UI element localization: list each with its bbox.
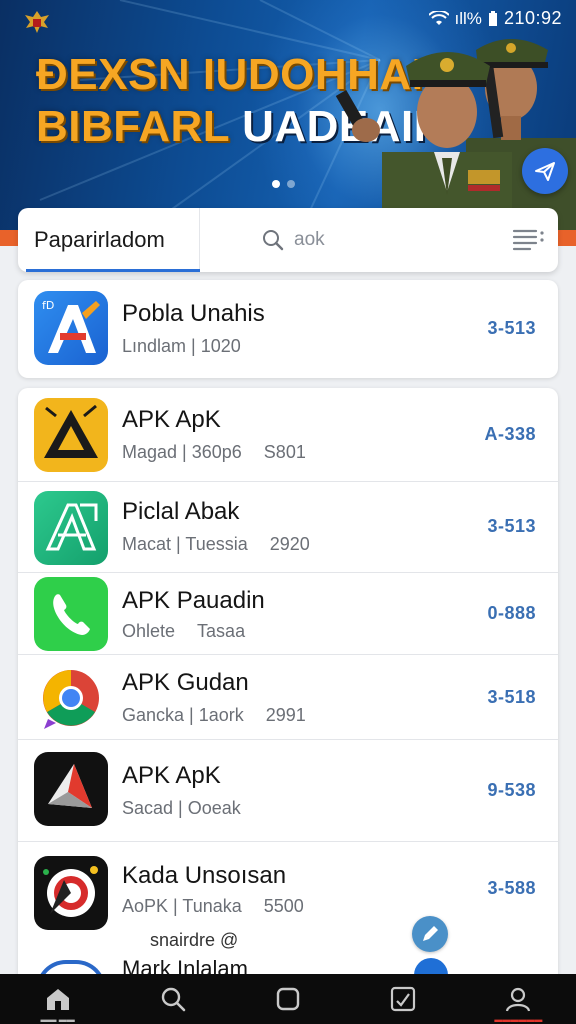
user-icon <box>506 987 531 1012</box>
app-count: 3-588 <box>487 878 536 898</box>
share-button[interactable] <box>522 148 568 194</box>
app-meta-2: Ooeak <box>187 798 241 818</box>
svg-text:fD: fD <box>42 299 54 312</box>
nav-search[interactable] <box>143 974 203 1024</box>
home-icon <box>46 989 69 1010</box>
nav-home-label: ▬▬ ▬▬ <box>40 1015 75 1024</box>
chrome-icon <box>34 661 108 735</box>
list-menu-button[interactable] <box>498 208 558 272</box>
app-meta-2: Tunaka <box>182 896 242 916</box>
app-count: A-338 <box>484 424 536 444</box>
nav-apps[interactable] <box>258 974 318 1024</box>
app-meta-3: S801 <box>263 442 306 462</box>
search-placeholder: aok <box>294 229 325 250</box>
phone-icon <box>34 577 108 651</box>
banner-soldiers-illustration <box>335 39 576 232</box>
app-meta-2: 360p6 <box>191 442 242 462</box>
tab-search-bar: Paparirladom aok <box>18 208 558 272</box>
app-meta-3: 5500 <box>263 896 304 916</box>
menu-lines-icon <box>512 229 544 251</box>
hero-banner[interactable]: ıll% 210:92 ÐEXSN IUDOHHAMI BIBFARL UADE… <box>0 0 576 232</box>
search-icon <box>263 230 284 251</box>
warning-triangle-icon <box>34 398 108 472</box>
list-item[interactable]: Piclal Abak Macat | Tuessia 2920 3-513 <box>18 482 558 573</box>
nav-updates[interactable] <box>373 974 433 1024</box>
app-meta: Sacad | Ooeak <box>122 798 241 818</box>
list-item[interactable]: APK ApK Sacad | Ooeak 9-538 <box>18 740 558 842</box>
app-meta: Magad | 360p6 S801 <box>122 442 306 462</box>
app-meta: Gancka | 1aork 2991 <box>122 705 306 725</box>
a-pen-icon: fD <box>34 291 108 365</box>
send-arrow-icon <box>535 162 555 181</box>
edit-button[interactable] <box>412 916 448 952</box>
a-frame-icon <box>34 491 108 565</box>
search-input[interactable]: aok <box>200 208 498 272</box>
square-icon <box>276 987 300 1011</box>
app-meta: AoPK | Tunaka 5500 <box>122 896 304 916</box>
bottom-navigation: ▬▬ ▬▬ ▬▬▬▬▬▬ <box>0 974 576 1024</box>
app-meta-1: Gancka <box>122 705 185 725</box>
carousel-dots[interactable] <box>272 180 295 188</box>
app-name: Piclal Abak <box>122 498 240 525</box>
app-count: 9-538 <box>487 780 536 800</box>
app-count: 3-513 <box>487 516 536 536</box>
app-meta-1: Ohlete <box>122 621 176 641</box>
app-meta: Ohlete Tasaa <box>122 621 245 642</box>
app-meta-1: Sacad <box>122 798 174 818</box>
list-item[interactable]: APK Pauadin Ohlete Tasaa 0-888 <box>18 573 558 655</box>
garuda-emblem-icon <box>25 11 49 33</box>
app-count: 3-518 <box>487 687 536 707</box>
app-meta-2: Tasaa <box>197 621 246 641</box>
app-meta-2: 1020 <box>200 336 241 356</box>
list-item[interactable]: APK Gudan Gancka | 1aork 2991 3-518 <box>18 655 558 740</box>
app-name: APK ApK <box>122 406 221 433</box>
checkbox-chart-icon <box>391 986 416 1012</box>
app-meta: Macat | Tuessia 2920 <box>122 534 310 554</box>
app-name: APK ApK <box>122 762 221 789</box>
app-meta-1: Macat <box>122 534 172 554</box>
list-item[interactable]: Kada Unsoısan AoPK | Tunaka 5500 3-588 <box>18 842 558 942</box>
carousel-dot[interactable] <box>287 180 295 188</box>
app-meta: Lındlam | 1020 <box>122 336 241 356</box>
floating-label: snairdre @ <box>150 930 239 950</box>
app-meta-2: 1aork <box>198 705 244 725</box>
carousel-dot-active[interactable] <box>272 180 280 188</box>
list-item[interactable]: APK ApK Magad | 360p6 S801 A-338 <box>18 388 558 482</box>
app-name: Kada Unsoısan <box>122 862 287 889</box>
app-list: APK ApK Magad | 360p6 S801 A-338 Piclal A… <box>18 388 558 988</box>
app-meta-2: Tuessia <box>185 534 248 554</box>
nav-profile[interactable]: ▬▬▬▬▬▬ <box>488 974 548 1024</box>
featured-app-card: fD Pobla Unahis Lındlam | 1020 3-513 <box>18 280 558 378</box>
app-meta-3: 2991 <box>265 705 306 725</box>
search-icon <box>161 987 186 1012</box>
app-meta-3: 2920 <box>269 534 310 554</box>
shard-icon <box>34 752 108 826</box>
nav-profile-label: ▬▬▬▬▬▬ <box>494 1015 543 1024</box>
app-name: APK Pauadin <box>122 587 265 614</box>
app-count: 0-888 <box>487 603 536 623</box>
nav-home[interactable]: ▬▬ ▬▬ <box>28 974 88 1024</box>
tab-active[interactable]: Paparirladom <box>18 208 200 272</box>
target-icon <box>34 856 108 930</box>
app-count: 3-513 <box>487 318 536 338</box>
pencil-icon <box>423 926 438 941</box>
list-item[interactable]: fD Pobla Unahis Lındlam | 1020 3-513 <box>18 280 558 378</box>
banner-headline-2-orange: BIBFARL <box>36 102 243 151</box>
app-name: APK Gudan <box>122 669 249 696</box>
app-meta-1: AoPK <box>122 896 169 916</box>
app-meta-1: Magad <box>122 442 178 462</box>
app-name: Pobla Unahis <box>122 300 265 327</box>
app-meta-1: Lındlam <box>122 336 187 356</box>
